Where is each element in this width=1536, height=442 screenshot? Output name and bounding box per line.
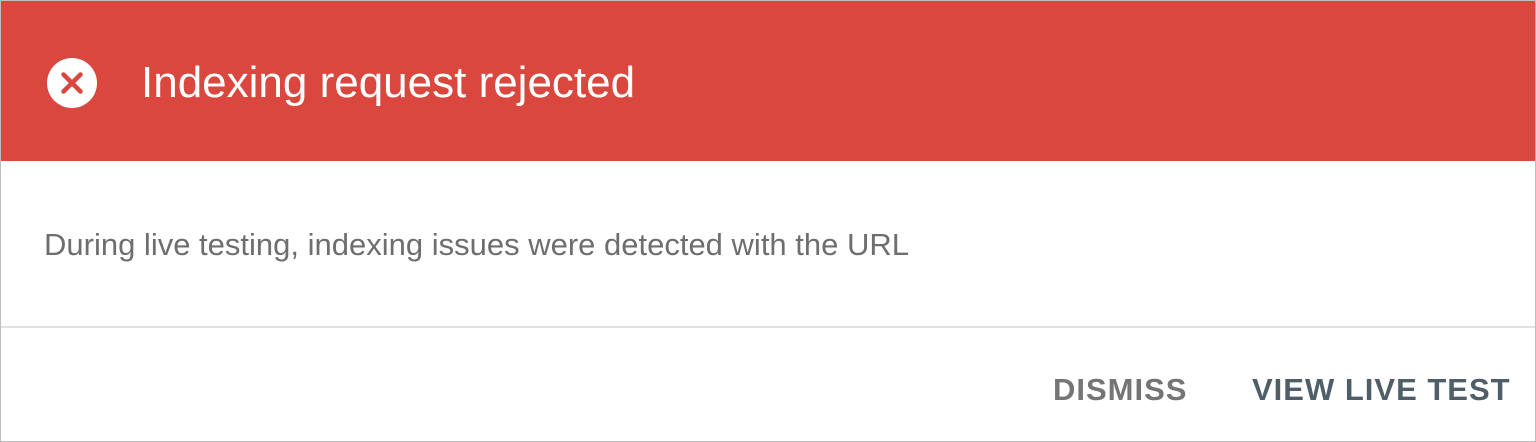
error-circle-icon [47,58,97,108]
dialog-header: Indexing request rejected [1,1,1535,161]
dismiss-button[interactable]: DISMISS [1053,366,1187,414]
dialog-title: Indexing request rejected [141,58,636,107]
indexing-rejected-dialog: Indexing request rejected During live te… [0,0,1536,442]
divider [1,326,1535,328]
view-live-test-button[interactable]: VIEW LIVE TEST [1252,366,1511,414]
dialog-message: During live testing, indexing issues wer… [44,227,910,262]
